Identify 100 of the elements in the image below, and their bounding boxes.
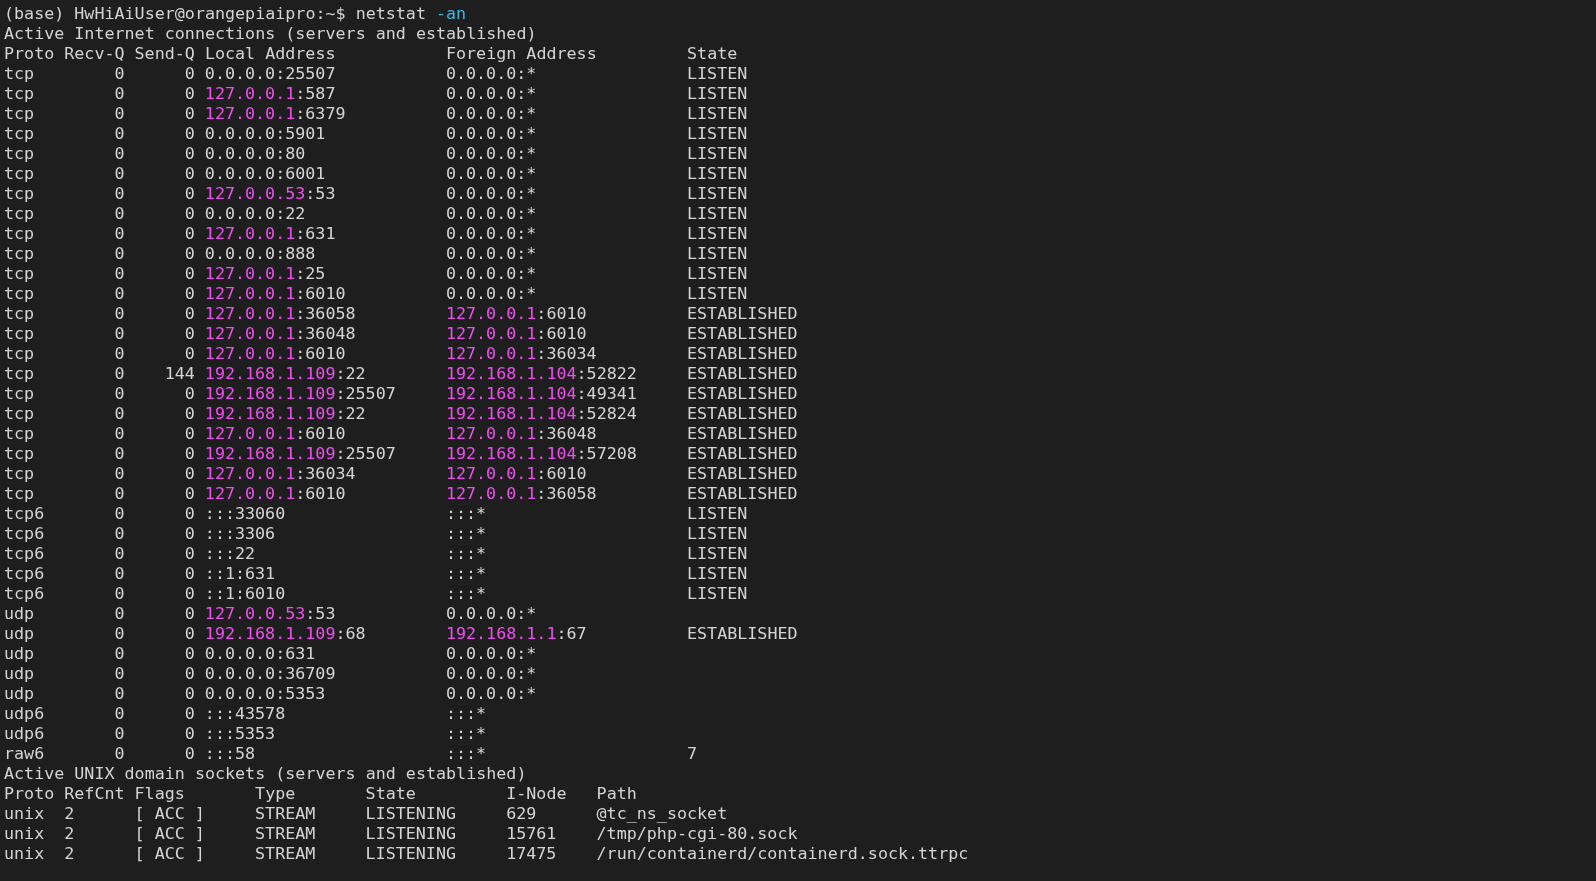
column-header: Recv-Q xyxy=(64,43,125,63)
state-cell: LISTEN xyxy=(687,263,748,283)
queue-cell: 0 xyxy=(114,183,125,203)
queue-cell: 0 xyxy=(184,623,195,643)
queue-cell: 0 xyxy=(114,663,125,683)
local-address-cell-text: 192.168.1.109:22 xyxy=(204,363,367,383)
protocol-cell-text: tcp6 xyxy=(4,583,46,603)
queue-cell: 0 xyxy=(114,343,125,363)
foreign-address-cell-text: 0.0.0.0:* xyxy=(445,643,538,663)
foreign-address-cell-text: 192.168.1.1:67 xyxy=(445,623,588,643)
queue-cell: 0 xyxy=(114,243,125,263)
queue-cell: 0 xyxy=(184,263,195,283)
queue-cell: 0 xyxy=(114,383,125,403)
queue-cell: 0 xyxy=(114,263,125,283)
queue-cell: 0 xyxy=(184,503,195,523)
column-header: Send-Q xyxy=(134,43,195,63)
local-address-cell-text: :::5353 xyxy=(204,723,277,743)
queue-cell: 0 xyxy=(184,443,195,463)
protocol-cell-text: tcp xyxy=(4,363,36,383)
queue-cell: 0 xyxy=(114,63,125,83)
protocol-cell-text: tcp xyxy=(4,463,36,483)
local-address-cell-text: 127.0.0.1:6010 xyxy=(204,483,347,503)
flags-cell-text: [ ACC ] xyxy=(134,823,206,843)
local-address-cell-text: 127.0.0.53:53 xyxy=(204,183,337,203)
state-cell: ESTABLISHED xyxy=(687,463,798,483)
inode-cell-text: 17475 xyxy=(506,843,558,863)
foreign-address-cell-text: 192.168.1.104:52822 xyxy=(445,363,638,383)
state-cell: LISTEN xyxy=(687,143,748,163)
queue-cell: 0 xyxy=(114,483,125,503)
protocol-cell-text: udp xyxy=(4,683,36,703)
foreign-address-cell-text: 0.0.0.0:* xyxy=(445,223,538,243)
local-address-cell-text: ::1:6010 xyxy=(204,583,287,603)
queue-cell: 0 xyxy=(114,603,125,623)
queue-cell: 0 xyxy=(114,523,125,543)
queue-cell: 0 xyxy=(114,223,125,243)
local-address-cell-text: 192.168.1.109:25507 xyxy=(204,443,397,463)
queue-cell: 0 xyxy=(114,283,125,303)
foreign-address-cell-text: 0.0.0.0:* xyxy=(445,123,538,143)
foreign-address-cell-text: 0.0.0.0:* xyxy=(445,103,538,123)
protocol-cell-text: udp xyxy=(4,603,36,623)
foreign-address-cell-text: 0.0.0.0:* xyxy=(445,163,538,183)
foreign-address-cell-text: :::* xyxy=(445,703,488,723)
foreign-address-cell-text: 127.0.0.1:36034 xyxy=(445,343,598,363)
queue-cell: 0 xyxy=(184,663,195,683)
local-address-cell-text: :::33060 xyxy=(204,503,287,523)
protocol-cell-text: tcp xyxy=(4,103,36,123)
local-address-cell-text: 127.0.0.1:631 xyxy=(204,223,337,243)
state-cell: LISTEN xyxy=(687,163,748,183)
queue-cell: 0 xyxy=(114,123,125,143)
protocol-cell-text: udp xyxy=(4,663,36,683)
queue-cell: 0 xyxy=(184,203,195,223)
column-header: Local Address xyxy=(204,43,337,63)
protocol-cell-text: tcp6 xyxy=(4,543,46,563)
local-address-cell-text: 127.0.0.1:36034 xyxy=(204,463,357,483)
protocol-cell-text: tcp xyxy=(4,163,36,183)
type-cell-text: STREAM xyxy=(255,803,317,823)
local-address-cell-text: 127.0.0.1:6010 xyxy=(204,423,347,443)
foreign-address-cell-text: :::* xyxy=(445,523,488,543)
queue-cell: 0 xyxy=(114,503,125,523)
state-cell: LISTEN xyxy=(687,283,748,303)
local-address-cell-text: :::58 xyxy=(204,743,257,763)
local-address-cell-text: 0.0.0.0:25507 xyxy=(204,63,337,83)
queue-cell: 144 xyxy=(164,363,195,383)
foreign-address-cell-text: 127.0.0.1:36048 xyxy=(445,423,598,443)
column-header: Flags xyxy=(134,783,186,803)
protocol-cell-text: tcp xyxy=(4,63,36,83)
local-address-cell-text: 192.168.1.109:68 xyxy=(204,623,367,643)
queue-cell: 0 xyxy=(114,743,125,763)
state-cell: LISTEN xyxy=(687,583,748,603)
foreign-address-cell-text: 0.0.0.0:* xyxy=(445,83,538,103)
queue-cell: 0 xyxy=(184,143,195,163)
protocol-cell-text: tcp xyxy=(4,443,36,463)
column-header: Proto xyxy=(4,783,55,803)
queue-cell: 0 xyxy=(184,323,195,343)
local-address-cell-text: 192.168.1.109:25507 xyxy=(204,383,397,403)
state-cell: LISTEN xyxy=(687,543,748,563)
queue-cell: 0 xyxy=(114,303,125,323)
local-address-cell-text: 0.0.0.0:36709 xyxy=(204,663,337,683)
queue-cell: 0 xyxy=(114,323,125,343)
protocol-cell-text: tcp xyxy=(4,383,36,403)
type-cell-text: STREAM xyxy=(255,843,317,863)
protocol-cell-text: udp xyxy=(4,643,36,663)
local-address-cell-text: 192.168.1.109:22 xyxy=(204,403,367,423)
state-cell: ESTABLISHED xyxy=(687,383,798,403)
local-address-cell-text: 0.0.0.0:80 xyxy=(204,143,307,163)
local-address-cell-text: :::43578 xyxy=(204,703,287,723)
state-cell: LISTEN xyxy=(687,203,748,223)
queue-cell: 0 xyxy=(184,343,195,363)
queue-cell: 0 xyxy=(184,283,195,303)
inode-cell-text: 629 xyxy=(506,803,538,823)
state-cell: LISTEN xyxy=(687,123,748,143)
foreign-address-cell-text: 0.0.0.0:* xyxy=(445,683,538,703)
state-cell: LISTEN xyxy=(687,563,748,583)
protocol-cell-text: tcp xyxy=(4,263,36,283)
protocol-cell-text: tcp xyxy=(4,223,36,243)
foreign-address-cell-text: 127.0.0.1:36058 xyxy=(445,483,598,503)
protocol-cell-text: tcp xyxy=(4,283,36,303)
state-cell: LISTEN xyxy=(687,503,748,523)
foreign-address-cell-text: 0.0.0.0:* xyxy=(445,663,538,683)
column-header: Foreign Address xyxy=(446,43,598,63)
